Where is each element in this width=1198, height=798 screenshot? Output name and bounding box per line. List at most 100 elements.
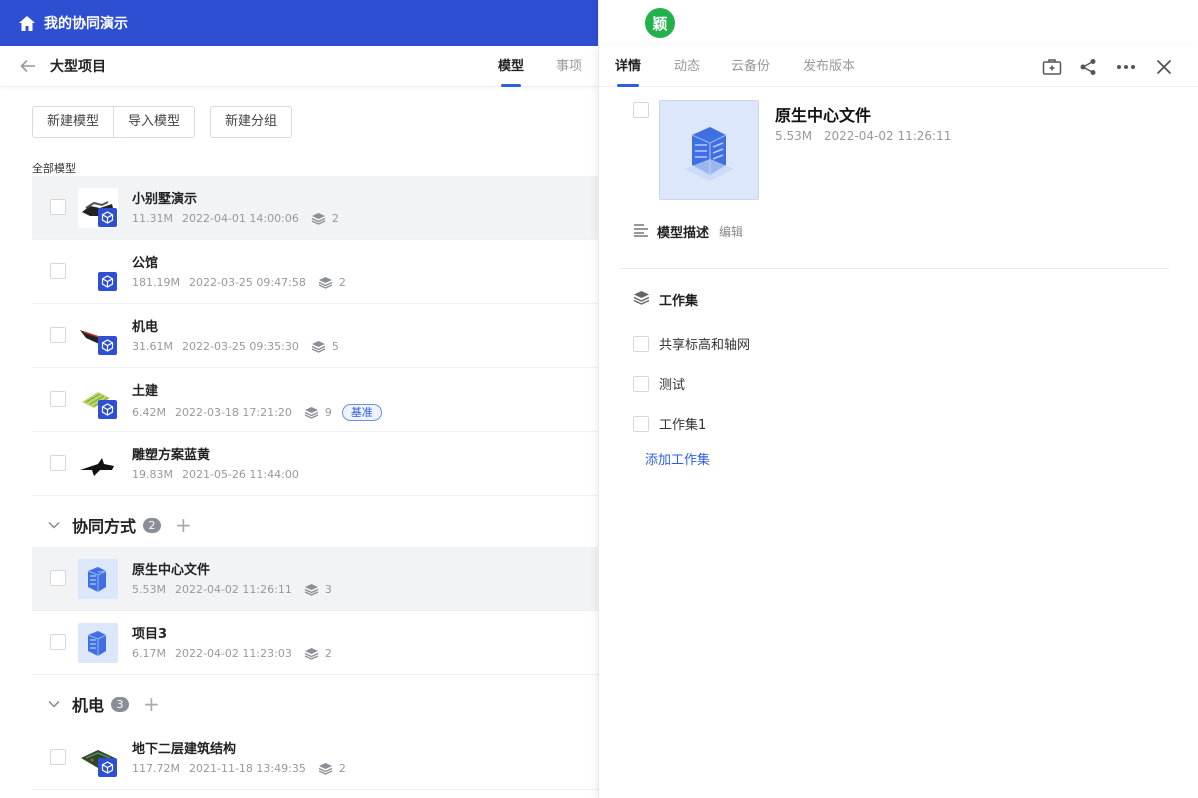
model-size: 117.72M	[132, 762, 180, 775]
group-name: 协同方式	[72, 517, 137, 536]
minimize-icon[interactable]	[785, 12, 807, 34]
detail-model-date: 2022-04-02 11:26:11	[823, 129, 952, 143]
tab-activity[interactable]: 动态	[674, 46, 700, 87]
model-row[interactable]: 项目3 6.17M 2022-04-02 11:23:03 2	[32, 611, 598, 675]
row-checkbox[interactable]	[50, 634, 66, 650]
workset-item[interactable]: 共享标高和轴网	[633, 334, 750, 353]
workset-item[interactable]: 测试	[633, 374, 685, 393]
gear-icon[interactable]	[709, 12, 731, 34]
add-to-toolbox-icon[interactable]	[1041, 56, 1063, 78]
row-checkbox[interactable]	[50, 199, 66, 215]
row-checkbox[interactable]	[50, 327, 66, 343]
baseline-tag: 基准	[341, 404, 382, 421]
detail-header: 详情 动态 云备份 发布版本	[599, 46, 1198, 87]
add-workset-link[interactable]: 添加工作集	[645, 449, 710, 468]
model-row[interactable]: 公馆 181.19M 2022-03-25 09:47:58 2	[32, 240, 598, 304]
import-model-button[interactable]: 导入模型	[114, 106, 196, 138]
edit-description-link[interactable]: 编辑	[719, 223, 743, 240]
model-cube-icon	[98, 272, 117, 291]
row-checkbox[interactable]	[50, 749, 66, 765]
model-size: 6.17M	[132, 647, 166, 660]
workset-name: 工作集1	[659, 418, 707, 433]
model-row[interactable]: 雕塑方案蓝黄 19.83M 2021-05-26 11:44:00	[32, 432, 598, 496]
model-row[interactable]: 土建 6.42M 2022-03-18 17:21:20 9 基准	[32, 368, 598, 432]
group-count-badge: 3	[111, 696, 130, 712]
bell-icon[interactable]	[605, 12, 627, 34]
detail-checkbox[interactable]	[633, 102, 649, 118]
row-checkbox[interactable]	[50, 455, 66, 471]
divider	[621, 268, 1169, 269]
detail-panel: 详情 动态 云备份 发布版本 原生中心文件 5.53M 2022-04-02 1…	[598, 46, 1198, 798]
tab-details[interactable]: 详情	[615, 46, 641, 87]
group-header[interactable]: 机电 3 +	[32, 682, 598, 726]
model-name[interactable]: 项目3	[132, 623, 167, 642]
row-checkbox[interactable]	[50, 263, 66, 279]
model-row[interactable]: 机电 31.61M 2022-03-25 09:35:30 5	[32, 304, 598, 368]
group-header[interactable]: 协同方式 2 +	[32, 503, 598, 547]
model-cube-icon	[98, 400, 117, 419]
model-name[interactable]: 公馆	[132, 252, 158, 271]
title-bar: 我的协同演示 颖	[0, 0, 1198, 46]
model-name[interactable]: 土建	[132, 380, 158, 399]
model-size: 5.53M	[132, 583, 166, 596]
chevron-down-icon[interactable]	[679, 20, 689, 26]
model-name[interactable]: 雕塑方案蓝黄	[132, 444, 210, 463]
tab-releases[interactable]: 发布版本	[803, 46, 855, 87]
avatar[interactable]: 颖	[645, 8, 675, 38]
model-size: 181.19M	[132, 276, 180, 289]
model-date: 2021-11-18 13:49:35	[188, 762, 306, 775]
model-preview	[659, 100, 759, 200]
workset-count: 2	[324, 647, 332, 660]
group-count-badge: 2	[143, 517, 162, 533]
detail-model-size: 5.53M	[775, 129, 813, 143]
model-date: 2022-04-02 11:23:03	[174, 647, 292, 660]
chevron-down-icon[interactable]	[48, 698, 60, 710]
add-to-group-icon[interactable]: +	[175, 515, 192, 535]
project-title: 大型项目	[50, 59, 106, 75]
model-date: 2022-03-25 09:47:58	[188, 276, 306, 289]
project-header: 大型项目 模型 事项	[0, 46, 598, 87]
model-thumbnail	[78, 559, 118, 599]
home-icon[interactable]	[18, 14, 36, 32]
layers-icon	[311, 212, 326, 225]
tab-cloud-backup[interactable]: 云备份	[731, 46, 770, 87]
share-icon[interactable]	[1077, 56, 1099, 78]
close-icon[interactable]	[853, 12, 875, 34]
model-row[interactable]: 地下二层建筑结构 117.72M 2021-11-18 13:49:35 2	[32, 726, 598, 790]
model-name[interactable]: 原生中心文件	[132, 559, 210, 578]
tab-issues[interactable]: 事项	[556, 46, 582, 87]
model-cube-icon	[98, 758, 117, 777]
workset-checkbox[interactable]	[633, 335, 649, 352]
model-name[interactable]: 机电	[132, 316, 158, 335]
layers-icon	[318, 762, 333, 775]
model-name[interactable]: 小别墅演示	[132, 188, 197, 207]
tab-models[interactable]: 模型	[498, 46, 524, 87]
row-checkbox[interactable]	[50, 570, 66, 586]
workset-checkbox[interactable]	[633, 375, 649, 392]
workset-item[interactable]: 工作集1	[633, 414, 706, 433]
back-arrow-icon[interactable]	[20, 57, 38, 75]
model-date: 2022-03-25 09:35:30	[181, 340, 299, 353]
maximize-icon[interactable]	[819, 12, 841, 34]
row-checkbox[interactable]	[50, 391, 66, 407]
cloud-upload-icon[interactable]	[743, 12, 765, 34]
chevron-down-icon[interactable]	[48, 519, 60, 531]
model-row[interactable]: 原生中心文件 5.53M 2022-04-02 11:26:11 3	[32, 547, 598, 611]
align-left-icon	[633, 223, 649, 241]
model-thumbnail	[78, 623, 118, 663]
layers-icon	[304, 647, 319, 660]
new-model-button[interactable]: 新建模型	[32, 106, 115, 138]
new-group-button[interactable]: 新建分组	[210, 106, 293, 138]
workset-count: 2	[338, 762, 346, 775]
close-panel-icon[interactable]	[1153, 56, 1175, 78]
model-row[interactable]: 小别墅演示 11.31M 2022-04-01 14:00:06 2	[32, 176, 598, 240]
layers-icon	[304, 583, 319, 596]
group-name: 机电	[72, 696, 105, 715]
more-icon[interactable]	[1115, 56, 1137, 78]
workset-checkbox[interactable]	[633, 415, 649, 432]
all-models-label: 全部模型	[32, 162, 76, 175]
model-name[interactable]: 地下二层建筑结构	[132, 738, 236, 757]
workset-count: 9	[324, 406, 332, 419]
model-size: 6.42M	[132, 406, 166, 419]
add-to-group-icon[interactable]: +	[143, 694, 160, 714]
